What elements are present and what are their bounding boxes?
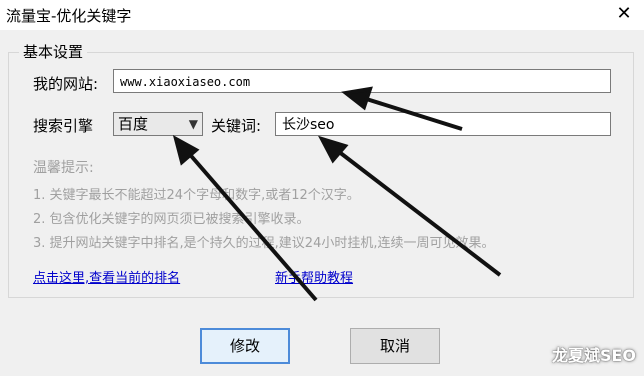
arrow-to-site-input [359,95,463,131]
arrow-head [341,86,373,111]
arrow-to-keyword-input [332,146,502,277]
arrow-to-engine-select [184,148,318,302]
arrow-head [318,135,349,164]
annotation-arrows [172,86,502,302]
